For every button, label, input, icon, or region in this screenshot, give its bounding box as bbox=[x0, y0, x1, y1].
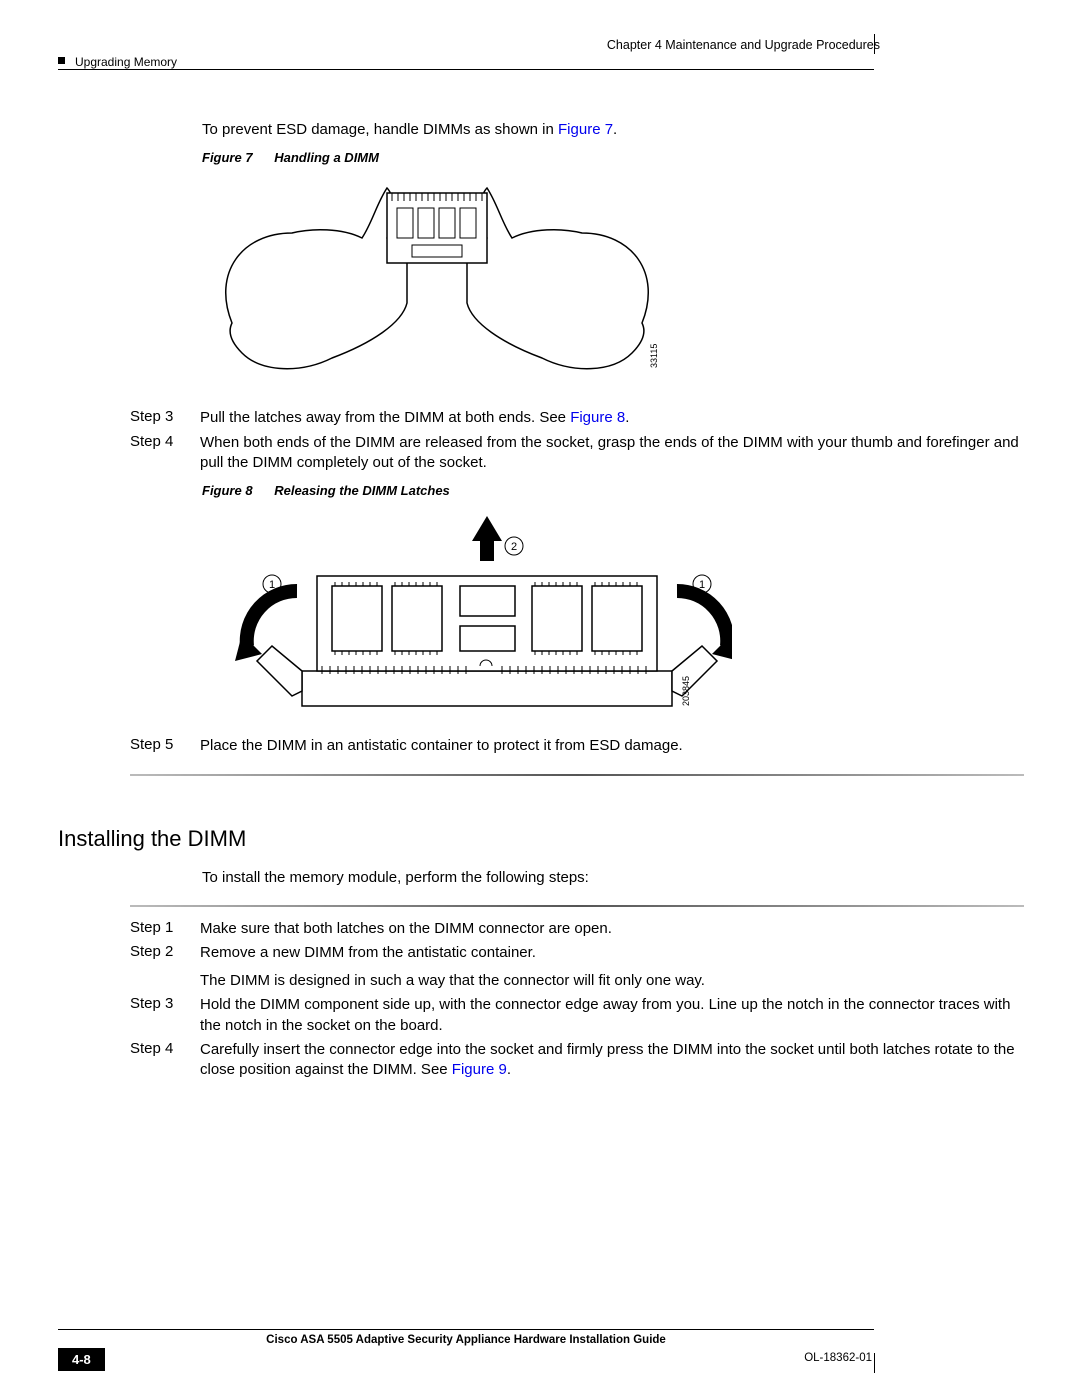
step-label: Step 2 bbox=[130, 943, 200, 992]
corner-mark-bottom bbox=[874, 1353, 875, 1373]
step-label: Step 5 bbox=[130, 736, 200, 756]
figure-8-link[interactable]: Figure 8 bbox=[570, 409, 625, 426]
step-label: Step 3 bbox=[130, 408, 200, 428]
step-text: Place the DIMM in an antistatic containe… bbox=[200, 736, 1024, 756]
intro-paragraph: To prevent ESD damage, handle DIMMs as s… bbox=[202, 120, 1024, 140]
figure-8-caption: Figure 8 Releasing the DIMM Latches bbox=[202, 483, 1024, 498]
procedure-separator bbox=[130, 905, 1024, 907]
step-label: Step 3 bbox=[130, 995, 200, 1036]
step-text: Pull the latches away from the DIMM at b… bbox=[200, 408, 1024, 428]
intro-text-prefix: To prevent ESD damage, handle DIMMs as s… bbox=[202, 121, 558, 138]
footer-doc-title: Cisco ASA 5505 Adaptive Security Applian… bbox=[58, 1332, 874, 1348]
figure-8-id: 203845 bbox=[681, 676, 691, 706]
step-text: Remove a new DIMM from the antistatic co… bbox=[200, 943, 1024, 992]
step-text: Make sure that both latches on the DIMM … bbox=[200, 919, 1024, 939]
step-text: When both ends of the DIMM are released … bbox=[200, 433, 1024, 474]
step-row: Step 5 Place the DIMM in an antistatic c… bbox=[130, 736, 1024, 756]
figure-7-caption: Figure 7 Handling a DIMM bbox=[202, 150, 1024, 165]
page-content: To prevent ESD damage, handle DIMMs as s… bbox=[130, 120, 1024, 1084]
step-row: Step 4 Carefully insert the connector ed… bbox=[130, 1040, 1024, 1081]
step-row: Step 1 Make sure that both latches on th… bbox=[130, 919, 1024, 939]
step-label: Step 4 bbox=[130, 433, 200, 474]
step-label: Step 1 bbox=[130, 919, 200, 939]
figure-8-title: Releasing the DIMM Latches bbox=[274, 483, 450, 498]
step-row: Step 3 Hold the DIMM component side up, … bbox=[130, 995, 1024, 1036]
header-chapter: Chapter 4 Maintenance and Upgrade Proced… bbox=[607, 38, 880, 52]
intro-text-suffix: . bbox=[613, 121, 617, 138]
step-label: Step 4 bbox=[130, 1040, 200, 1081]
step-text: Hold the DIMM component side up, with th… bbox=[200, 995, 1024, 1036]
header-rule bbox=[58, 69, 874, 70]
figure-7-label: Figure 7 bbox=[202, 150, 253, 165]
step-row: Step 2 Remove a new DIMM from the antist… bbox=[130, 943, 1024, 992]
section-heading-installing: Installing the DIMM bbox=[58, 826, 1024, 852]
figure-7-image: 33115 bbox=[202, 173, 1024, 398]
figure-7-id: 33115 bbox=[649, 344, 659, 368]
callout-2: 2 bbox=[511, 541, 517, 553]
figure-8-label: Figure 8 bbox=[202, 483, 253, 498]
footer-doc-id: OL-18362-01 bbox=[802, 1348, 874, 1371]
header-bullet-icon bbox=[58, 57, 65, 64]
procedure-separator bbox=[130, 774, 1024, 776]
step-row: Step 3 Pull the latches away from the DI… bbox=[130, 408, 1024, 428]
figure-8-image: 2 1 1 bbox=[202, 506, 1024, 726]
install-intro: To install the memory module, perform th… bbox=[202, 868, 1024, 888]
page-footer: Cisco ASA 5505 Adaptive Security Applian… bbox=[58, 1329, 874, 1371]
step-row: Step 4 When both ends of the DIMM are re… bbox=[130, 433, 1024, 474]
step-text: Carefully insert the connector edge into… bbox=[200, 1040, 1024, 1081]
page-number: 4-8 bbox=[58, 1348, 105, 1371]
figure-9-link[interactable]: Figure 9 bbox=[452, 1061, 507, 1078]
figure-7-link[interactable]: Figure 7 bbox=[558, 121, 613, 138]
header-section: Upgrading Memory bbox=[75, 55, 177, 69]
figure-7-title: Handling a DIMM bbox=[274, 150, 379, 165]
